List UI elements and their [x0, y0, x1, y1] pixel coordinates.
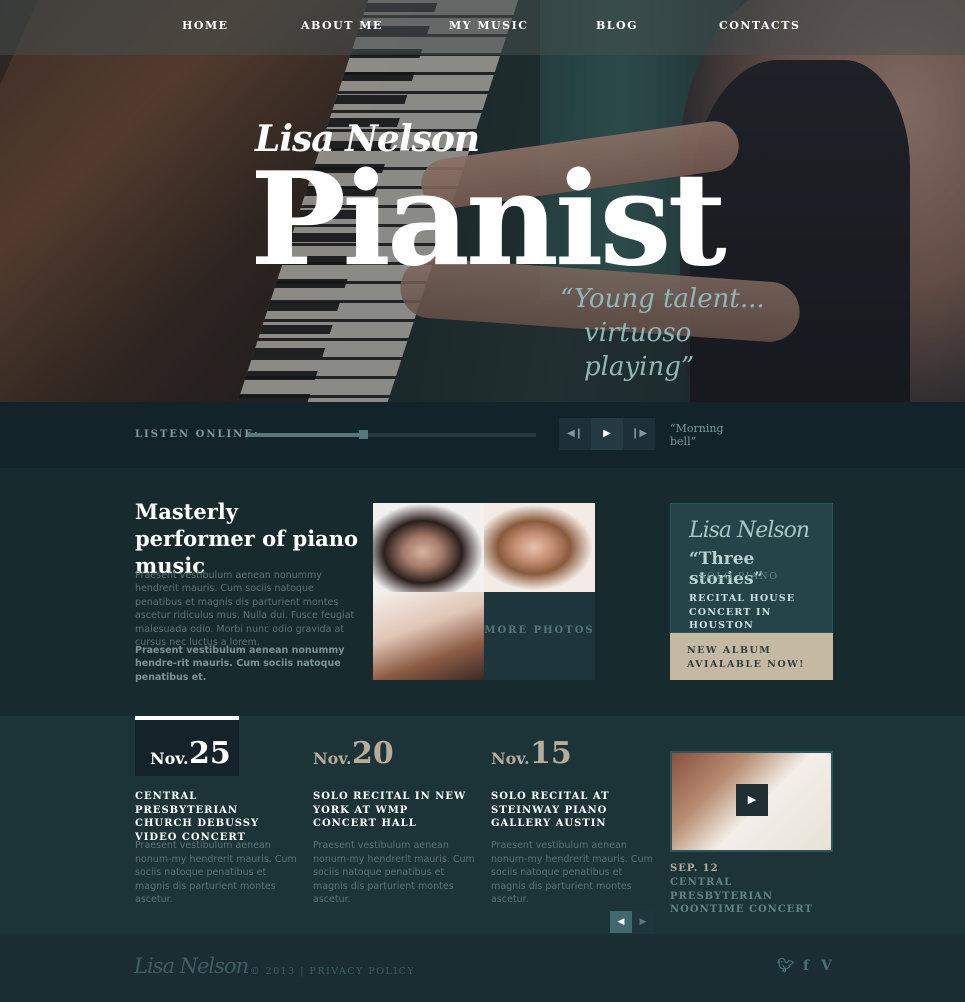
skip-forward-icon: ❙▶ — [630, 428, 648, 439]
intro-paragraph: Praesent vestibulum aenean nonummy hendr… — [135, 570, 355, 649]
chevron-right-icon: ▶ — [639, 917, 647, 927]
new-album-link[interactable]: NEW ALBUM AVIALABLE NOW! — [670, 633, 833, 680]
photo-grid: MORE PHOTOS — [373, 503, 595, 680]
hero-title: Pianist — [250, 145, 727, 295]
facebook-icon[interactable]: f — [803, 958, 809, 974]
nav-contacts[interactable]: CONTACTS — [719, 19, 800, 32]
hero-quote-line1: “Young talent... — [560, 284, 765, 314]
event-title[interactable]: CENTRAL PRESBYTERIAN CHURCH DEBUSSY VIDE… — [135, 790, 295, 844]
intro-title: Masterly performer of piano music — [135, 499, 359, 578]
event-month: Nov. — [313, 749, 352, 768]
event-day: 15 — [530, 736, 572, 771]
chevron-left-icon: ◀ — [617, 917, 625, 927]
intro-paragraph-bold: Praesent vestibulum aenean nonummy hendr… — [135, 645, 345, 683]
more-photos-button[interactable]: MORE PHOTOS — [484, 591, 595, 680]
video-title[interactable]: CENTRAL PRESBYTERIAN NOONTIME CONCERT — [670, 876, 830, 917]
events-next-button[interactable]: ▶ — [632, 911, 654, 933]
event-day: 20 — [352, 736, 394, 771]
hero-quote-line2: virtuoso playing” — [584, 318, 695, 382]
nav-blog[interactable]: BLOG — [596, 19, 638, 32]
album-promo: Lisa Nelson “Three stories” SOLO PIANO R… — [670, 503, 833, 680]
event-date: Nov. 25 — [135, 716, 239, 776]
now-playing-title: “Morning bell” — [670, 422, 724, 448]
events-section: Nov. 25 CENTRAL PRESBYTERIAN CHURCH DEBU… — [0, 716, 965, 934]
photo-thumbnail[interactable] — [373, 591, 484, 680]
skip-forward-button[interactable]: ❙▶ — [623, 418, 655, 450]
event-title[interactable]: SOLO RECITAL AT STEINWAY PIANO GALLERY A… — [491, 790, 651, 831]
event-date: Nov. 15 — [491, 716, 595, 776]
site-footer: Lisa Nelson © 2013 | PRIVACY POLICY 🐦︎ f… — [0, 934, 965, 1002]
main-nav: HOME ABOUT ME MY MUSIC BLOG CONTACTS — [0, 0, 965, 55]
nav-home[interactable]: HOME — [182, 19, 229, 32]
video-date: SEP. 12 — [670, 863, 719, 874]
progress-fill — [248, 433, 364, 437]
listen-online-label: LISTEN ONLINE: — [135, 429, 260, 440]
nav-about-me[interactable]: ABOUT ME — [301, 19, 383, 32]
skip-back-icon: ◀❙ — [566, 428, 584, 439]
hero-banner: HOME ABOUT ME MY MUSIC BLOG CONTACTS Lis… — [0, 0, 965, 402]
nav-my-music[interactable]: MY MUSIC — [449, 19, 528, 32]
video-thumbnail[interactable]: ▶ — [670, 751, 833, 852]
event-month: Nov. — [150, 749, 189, 768]
twitter-icon[interactable]: 🐦︎ — [777, 958, 795, 974]
play-icon: ▶ — [747, 793, 757, 806]
event-day: 25 — [189, 736, 231, 771]
album-card[interactable]: Lisa Nelson “Three stories” SOLO PIANO R… — [670, 503, 833, 633]
event-title[interactable]: SOLO RECITAL IN NEW YORK AT WMP CONCERT … — [313, 790, 473, 831]
photo-thumbnail[interactable] — [484, 503, 595, 592]
album-subtitle: SOLO PIANO — [699, 571, 779, 582]
album-recital-info: RECITAL HOUSE CONCERT IN HOUSTON — [689, 593, 796, 631]
album-title: “Three stories” — [689, 549, 764, 589]
progress-track[interactable] — [248, 430, 536, 439]
event-description: Praesent vestibulum aenean nonum-my hend… — [491, 840, 653, 905]
intro-section: Masterly performer of piano music Praese… — [0, 468, 965, 716]
progress-handle[interactable] — [359, 430, 369, 439]
events-prev-button[interactable]: ◀ — [610, 911, 632, 933]
event-description: Praesent vestibulum aenean nonum-my hend… — [313, 840, 475, 905]
event-description: Praesent vestibulum aenean nonum-my hend… — [135, 840, 297, 905]
event-date: Nov. 20 — [313, 716, 417, 776]
event-month: Nov. — [491, 749, 530, 768]
footer-logo[interactable]: Lisa Nelson — [134, 954, 249, 978]
skip-back-button[interactable]: ◀❙ — [559, 418, 591, 450]
footer-copyright[interactable]: © 2013 | PRIVACY POLICY — [250, 966, 415, 977]
photo-thumbnail[interactable] — [373, 503, 484, 592]
video-play-button[interactable]: ▶ — [736, 784, 768, 816]
hero-quote: “Young talent... virtuoso playing” — [560, 282, 800, 384]
vimeo-icon[interactable]: V — [821, 958, 832, 974]
audio-player: LISTEN ONLINE: ◀❙ ▶ ❙▶ “Morning bell” — [0, 402, 965, 468]
play-icon: ▶ — [603, 428, 611, 439]
play-button[interactable]: ▶ — [591, 418, 623, 450]
album-artist: Lisa Nelson — [689, 518, 810, 543]
